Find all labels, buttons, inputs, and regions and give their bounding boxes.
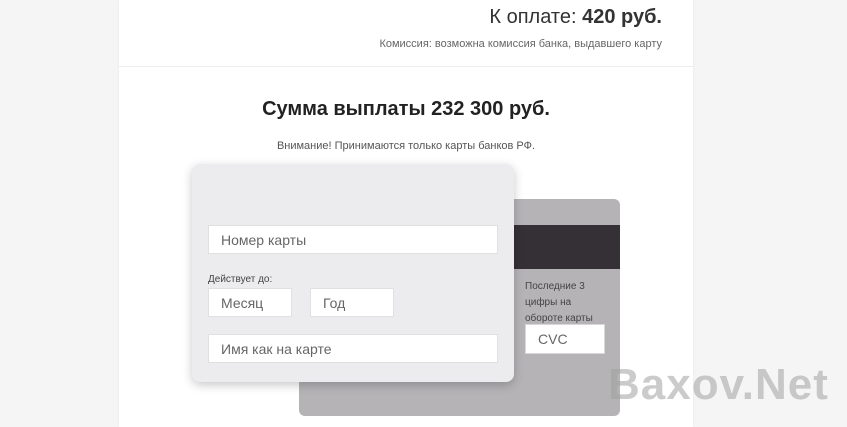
cvc-input[interactable] [525, 324, 605, 354]
cvc-hint: Последние 3 цифры на обороте карты [525, 281, 593, 324]
cardholder-name-input[interactable] [208, 334, 498, 363]
commission-note: Комиссия: возможна комиссия банка, выдав… [379, 38, 662, 50]
payout-warning: Внимание! Принимаются только карты банко… [276, 140, 536, 152]
valid-thru-label: Действует до: [208, 274, 273, 285]
amount-to-pay-label: К оплате: [489, 6, 583, 28]
watermark-logo: Baxov.Net [608, 360, 829, 409]
expiry-month-input[interactable] [208, 288, 292, 317]
card-number-input[interactable] [208, 225, 498, 254]
amount-to-pay-value: 420 руб. [582, 6, 662, 28]
divider [119, 66, 693, 67]
expiry-year-input[interactable] [310, 288, 394, 317]
payout-title: Сумма выплаты 232 300 руб. [262, 98, 550, 120]
card-front: Действует до: [192, 164, 514, 382]
amount-to-pay: К оплате: 420 руб. [489, 6, 662, 29]
